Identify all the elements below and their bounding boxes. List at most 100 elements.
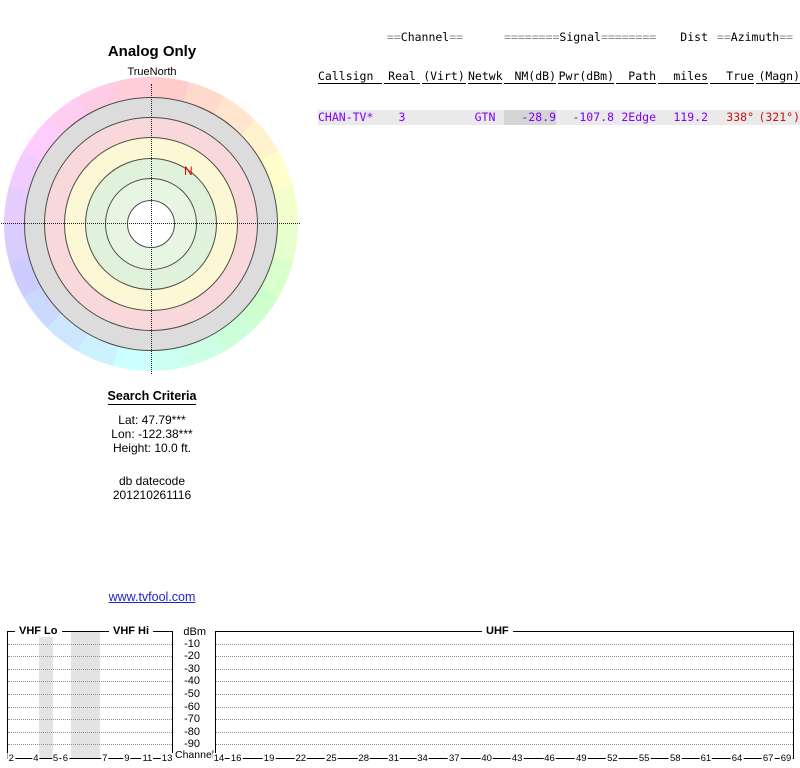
channel-tick-40: 40 bbox=[480, 753, 493, 764]
group-azimuth-label: Azimuth bbox=[730, 30, 780, 44]
gridline bbox=[8, 731, 172, 733]
gridline bbox=[8, 681, 172, 683]
gridline bbox=[8, 744, 172, 746]
channel-tick-7: 7 bbox=[101, 753, 109, 764]
channel-tick-31: 31 bbox=[387, 753, 400, 764]
radar-plot: N bbox=[1, 77, 300, 374]
channel-tick-16: 16 bbox=[229, 753, 243, 764]
channel-tick-22: 22 bbox=[294, 753, 308, 764]
group-signal: ========Signal======== bbox=[504, 31, 656, 44]
cell-network: GTN bbox=[474, 110, 496, 124]
uhf-spectrum-panel: 14 16 19 22 25 28 31 34 37 40 43 46 49 52 55 58 61 64 67 69 bbox=[212, 631, 794, 764]
search-criteria-title: Search Criteria bbox=[107, 389, 197, 405]
cell-pwr-dbm: -107.8 bbox=[572, 110, 614, 124]
vhf-spectrum-panel: 2 4 5 6 7 9 11 13 bbox=[7, 631, 174, 764]
db-datecode-block: db datecode 201210261116 bbox=[0, 474, 304, 502]
equals-decoration: ======== bbox=[504, 30, 560, 44]
cell-magnetic-azimuth: (321°) bbox=[758, 110, 800, 124]
channel-tick-28: 28 bbox=[357, 753, 370, 764]
channel-tick-67: 67 bbox=[761, 753, 775, 764]
channel-tick-6: 6 bbox=[61, 753, 70, 764]
gridline bbox=[216, 681, 793, 683]
cell-real-channel: 3 bbox=[398, 110, 406, 124]
channel-tick-69: 69 bbox=[779, 753, 793, 764]
group-dist-label: Dist bbox=[680, 30, 708, 44]
channel-tick-14: 14 bbox=[212, 753, 226, 764]
header-path: Path bbox=[616, 70, 656, 84]
gridline bbox=[216, 731, 793, 733]
channel-tick-2: 2 bbox=[7, 753, 15, 764]
cell-callsign: CHAN-TV* bbox=[318, 110, 374, 124]
gridline bbox=[216, 744, 793, 746]
latitude-value: Lat: 47.79*** bbox=[118, 413, 186, 427]
station-row[interactable]: CHAN-TV* 3 GTN -28.9 -107.8 2Edge 119.2 … bbox=[318, 110, 800, 125]
search-criteria-block: Search Criteria Lat: 47.79*** Lon: -122.… bbox=[0, 389, 304, 455]
cell-miles: 119.2 bbox=[673, 110, 708, 124]
frequency-gap-band bbox=[39, 632, 54, 758]
channel-tick-61: 61 bbox=[699, 753, 713, 764]
equals-decoration: == bbox=[386, 30, 401, 44]
channel-tick-43: 43 bbox=[510, 753, 524, 764]
channel-tick-37: 37 bbox=[448, 753, 461, 764]
y-axis-tick-labels: -10 -20 -30 -40 -50 -60 -70 -80 -90 bbox=[172, 631, 206, 757]
channel-tick-13: 13 bbox=[160, 753, 174, 764]
tvfool-report-page: Analog Only TrueNorth N Search Criteria … bbox=[0, 0, 800, 768]
equals-decoration: == bbox=[779, 30, 794, 44]
group-signal-label: Signal bbox=[559, 30, 601, 44]
group-channel-label: Channel bbox=[400, 30, 450, 44]
header-real: Real bbox=[384, 70, 420, 84]
magnetic-north-marker: N bbox=[184, 164, 193, 178]
gridline bbox=[8, 656, 172, 658]
radar-crosshair-vertical bbox=[151, 84, 152, 374]
header-virt: (Virt) bbox=[422, 69, 466, 84]
header-true: True bbox=[710, 70, 754, 84]
channel-tick-11: 11 bbox=[141, 753, 154, 764]
cell-nm-db: -28.9 bbox=[504, 110, 556, 125]
header-nm-db: NM(dB) bbox=[504, 70, 556, 84]
header-netwk: Netwk bbox=[468, 69, 503, 84]
channel-tick-4: 4 bbox=[32, 753, 40, 764]
db-datecode-label: db datecode bbox=[118, 474, 186, 488]
channel-tick-9: 9 bbox=[123, 753, 131, 764]
gridline bbox=[8, 643, 172, 645]
gridline bbox=[216, 656, 793, 658]
website-link-wrap: www.tvfool.com bbox=[0, 590, 304, 604]
cell-path: 2Edge bbox=[621, 110, 656, 124]
channel-tick-58: 58 bbox=[668, 753, 682, 764]
channel-tick-34: 34 bbox=[416, 753, 429, 764]
longitude-value: Lon: -122.38*** bbox=[111, 427, 193, 441]
header-callsign: Callsign bbox=[318, 70, 382, 84]
channel-tick-52: 52 bbox=[606, 753, 619, 764]
signal-table: ==Channel== ========Signal======== Dist … bbox=[318, 5, 800, 151]
gridline bbox=[216, 706, 793, 708]
header-pwr-dbm: Pwr(dBm) bbox=[558, 69, 614, 84]
channel-tick-55: 55 bbox=[637, 753, 651, 764]
channel-tick-64: 64 bbox=[730, 753, 744, 764]
channel-tick-49: 49 bbox=[574, 753, 588, 764]
vhf-lo-band-label: VHF Lo bbox=[15, 625, 62, 637]
channel-tick-5: 5 bbox=[51, 753, 60, 764]
tvfool-link[interactable]: www.tvfool.com bbox=[109, 590, 196, 604]
gridline bbox=[216, 719, 793, 721]
cell-virt-channel bbox=[422, 110, 466, 125]
group-azimuth: ==Azimuth== bbox=[710, 31, 800, 44]
table-header-row: Callsign Real (Virt) Netwk NM(dB) Pwr(dB… bbox=[318, 70, 800, 84]
equals-decoration: == bbox=[716, 30, 731, 44]
table-group-header-row: ==Channel== ========Signal======== Dist … bbox=[318, 31, 800, 44]
height-value: Height: 10.0 ft. bbox=[112, 441, 192, 455]
gridline bbox=[8, 719, 172, 721]
channel-tick-19: 19 bbox=[262, 753, 276, 764]
channel-tick-46: 46 bbox=[543, 753, 556, 764]
vhf-hi-band-label: VHF Hi bbox=[109, 625, 154, 637]
group-channel: ==Channel== bbox=[384, 31, 466, 44]
gridline bbox=[8, 706, 172, 708]
header-magn: (Magn) bbox=[756, 70, 800, 84]
equals-decoration: ======== bbox=[600, 30, 657, 44]
db-datecode-value: 201210261116 bbox=[112, 487, 192, 502]
gridline bbox=[216, 694, 793, 695]
frequency-gap-band bbox=[70, 632, 101, 758]
channel-tick-25: 25 bbox=[325, 753, 338, 764]
gridline bbox=[216, 643, 793, 645]
